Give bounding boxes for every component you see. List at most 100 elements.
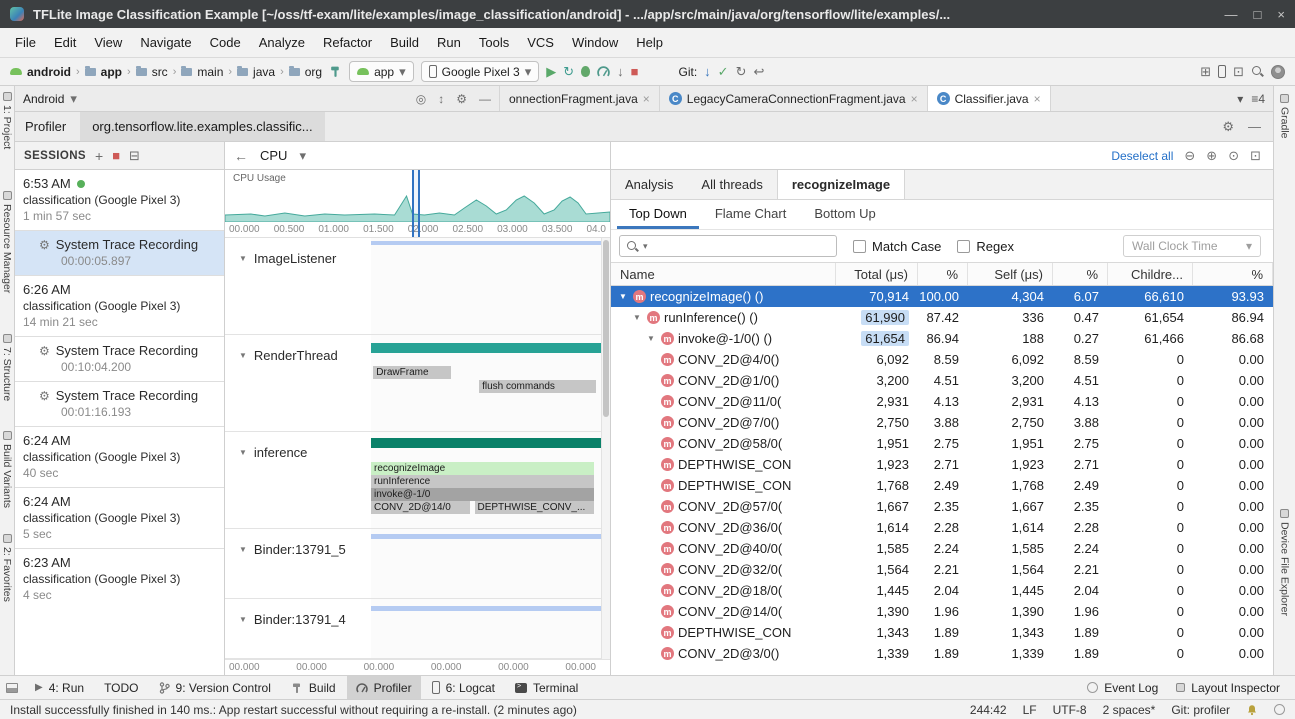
thread-collapse-icon[interactable]: ▼ <box>239 612 247 624</box>
editor-tab[interactable]: C LegacyCameraConnectionFragment.java × <box>660 86 928 111</box>
menu-edit[interactable]: Edit <box>45 28 85 58</box>
status-message[interactable]: Install successfully finished in 140 ms.… <box>10 703 577 717</box>
tab-close-icon[interactable]: × <box>911 92 918 106</box>
zoom-in-button[interactable]: ⊕ <box>1206 148 1217 164</box>
toolwindow-switcher-icon[interactable] <box>6 683 18 693</box>
hidden-tabs-count[interactable]: ≡4 <box>1251 92 1265 106</box>
menu-code[interactable]: Code <box>201 28 250 58</box>
calltree-row[interactable]: m DEPTHWISE_CON 1,343 1.89 1,343 1.89 0 … <box>611 622 1273 643</box>
subtab-bottom-up[interactable]: Bottom Up <box>802 200 887 229</box>
recent-tabs-icon[interactable]: ▾ <box>1237 92 1243 106</box>
menu-window[interactable]: Window <box>563 28 627 58</box>
thread-state-bar[interactable] <box>371 534 601 539</box>
menu-refactor[interactable]: Refactor <box>314 28 381 58</box>
column-header-self[interactable]: Self (μs) <box>968 263 1053 285</box>
session-item[interactable]: 6:24 AM classification (Google Pixel 3) … <box>15 487 224 548</box>
session-item[interactable]: 6:26 AM classification (Google Pixel 3) … <box>15 275 224 336</box>
breadcrumb-item-main[interactable]: main <box>197 65 223 79</box>
git-branch-widget[interactable]: Git: profiler <box>1171 703 1230 717</box>
trace-bar[interactable]: runInference <box>371 475 594 488</box>
breadcrumb-item-app[interactable]: app <box>101 65 122 79</box>
menu-view[interactable]: View <box>85 28 131 58</box>
session-item[interactable]: 6:53 AM classification (Google Pixel 3) … <box>15 170 224 230</box>
tw-logcat[interactable]: 6: Logcat <box>423 676 504 699</box>
trace-bar-recognizeimage[interactable]: recognizeImage <box>371 462 594 475</box>
profiler-settings-gear-icon[interactable]: ⚙ <box>1222 119 1234 135</box>
search-box[interactable]: ▾ <box>619 235 837 257</box>
match-case-checkbox[interactable]: Match Case <box>853 239 941 254</box>
tw-event-log[interactable]: Event Log <box>1078 676 1167 699</box>
profile-button[interactable] <box>597 65 610 78</box>
calltree-row[interactable]: ▼ m recognizeImage() () 70,914 100.00 4,… <box>611 286 1273 307</box>
calltree-search-input[interactable] <box>652 239 830 254</box>
build-hammer-icon[interactable] <box>329 65 342 78</box>
thread-row-renderthread[interactable]: ▼RenderThread DrawFrame flush commands <box>225 335 610 432</box>
column-header-name[interactable]: Name <box>611 263 836 285</box>
indent-info[interactable]: 2 spaces* <box>1103 703 1156 717</box>
breadcrumb-item-java[interactable]: java <box>253 65 275 79</box>
menu-vcs[interactable]: VCS <box>518 28 563 58</box>
tool-button-build-variants[interactable]: Build Variants <box>1 431 13 508</box>
menu-file[interactable]: File <box>6 28 45 58</box>
tab-analysis[interactable]: Analysis <box>611 170 687 199</box>
calltree-row[interactable]: m CONV_2D@32/0( 1,564 2.21 1,564 2.21 0 … <box>611 559 1273 580</box>
close-button[interactable]: × <box>1277 7 1285 22</box>
thread-running-bar[interactable] <box>371 343 601 353</box>
calltree-row[interactable]: m CONV_2D@36/0( 1,614 2.28 1,614 2.28 0 … <box>611 517 1273 538</box>
minimize-button[interactable]: — <box>1225 7 1238 22</box>
session-item[interactable]: 6:23 AM classification (Google Pixel 3) … <box>15 548 224 609</box>
file-encoding[interactable]: UTF-8 <box>1053 703 1087 717</box>
git-rollback-button[interactable]: ↩ <box>753 64 764 80</box>
deselect-all-link[interactable]: Deselect all <box>1111 149 1173 163</box>
menu-navigate[interactable]: Navigate <box>131 28 200 58</box>
session-item[interactable]: ⚙ System Trace Recording 00:00:05.897 <box>15 230 224 275</box>
trace-bar[interactable]: flush commands <box>479 380 596 393</box>
calltree-row[interactable]: ▼ m invoke@-1/0() () 61,654 86.94 188 0.… <box>611 328 1273 349</box>
reset-zoom-button[interactable]: ⊙ <box>1228 148 1239 164</box>
thread-state-bar[interactable] <box>371 606 601 611</box>
tool-button-project[interactable]: 1: Project <box>1 92 13 149</box>
profiler-type-select[interactable]: CPU <box>260 148 287 163</box>
tab-recognizeimage[interactable]: recognizeImage <box>777 170 905 199</box>
breadcrumb-item-src[interactable]: src <box>152 65 168 79</box>
thread-row-binder5[interactable]: ▼Binder:13791_5 <box>225 529 610 599</box>
project-settings-gear-icon[interactable]: ⚙ <box>456 92 467 106</box>
thread-collapse-icon[interactable]: ▼ <box>239 542 247 554</box>
menu-run[interactable]: Run <box>428 28 470 58</box>
notification-bell-icon[interactable] <box>1246 704 1258 716</box>
device-select[interactable]: Google Pixel 3 ▾ <box>421 61 540 82</box>
thread-row-inference[interactable]: ▼inference recognizeImage runInference i… <box>225 432 610 529</box>
menu-analyze[interactable]: Analyze <box>250 28 314 58</box>
stop-button[interactable]: ■ <box>631 64 639 79</box>
menu-build[interactable]: Build <box>381 28 428 58</box>
cpu-scrollbar[interactable] <box>601 238 610 659</box>
tw-build[interactable]: Build <box>282 676 345 699</box>
profiler-hide-button[interactable]: — <box>1248 119 1261 135</box>
calltree-row[interactable]: m CONV_2D@18/0( 1,445 2.04 1,445 2.04 0 … <box>611 580 1273 601</box>
inspections-status-icon[interactable] <box>1274 704 1285 715</box>
tool-button-favorites[interactable]: 2: Favorites <box>1 534 13 602</box>
session-item[interactable]: ⚙ System Trace Recording 00:01:16.193 <box>15 381 224 426</box>
thread-row-binder4[interactable]: ▼Binder:13791_4 <box>225 599 610 659</box>
calltree-row[interactable]: m CONV_2D@14/0( 1,390 1.96 1,390 1.96 0 … <box>611 601 1273 622</box>
editor-tab[interactable]: onnectionFragment.java × <box>500 86 660 111</box>
tw-profiler[interactable]: Profiler <box>347 676 421 699</box>
attach-debugger-button[interactable]: ↓ <box>617 64 624 79</box>
thread-collapse-icon[interactable]: ▼ <box>239 445 247 457</box>
thread-collapse-icon[interactable]: ▼ <box>239 348 247 360</box>
trace-bar[interactable]: CONV_2D@14/0 <box>371 501 470 514</box>
apply-changes-button[interactable]: ↻ <box>563 64 574 80</box>
profile-avatar-icon[interactable] <box>1271 65 1285 79</box>
subtab-flame-chart[interactable]: Flame Chart <box>703 200 799 229</box>
calltree-row[interactable]: m CONV_2D@7/0() 2,750 3.88 2,750 3.88 0 … <box>611 412 1273 433</box>
tw-version-control[interactable]: 9: Version Control <box>150 676 280 699</box>
tool-button-structure[interactable]: 7: Structure <box>1 334 13 401</box>
calltree-row[interactable]: m CONV_2D@3/0() 1,339 1.89 1,339 1.89 0 … <box>611 643 1273 664</box>
trace-bar[interactable]: invoke@-1/0 <box>371 488 594 501</box>
calltree-row[interactable]: m CONV_2D@58/0( 1,951 2.75 1,951 2.75 0 … <box>611 433 1273 454</box>
selection-range[interactable] <box>412 170 420 237</box>
column-header-total-pct[interactable]: % <box>918 263 968 285</box>
breadcrumb-item-android[interactable]: android <box>27 65 71 79</box>
column-header-self-pct[interactable]: % <box>1053 263 1108 285</box>
thread-collapse-icon[interactable]: ▼ <box>239 251 247 263</box>
